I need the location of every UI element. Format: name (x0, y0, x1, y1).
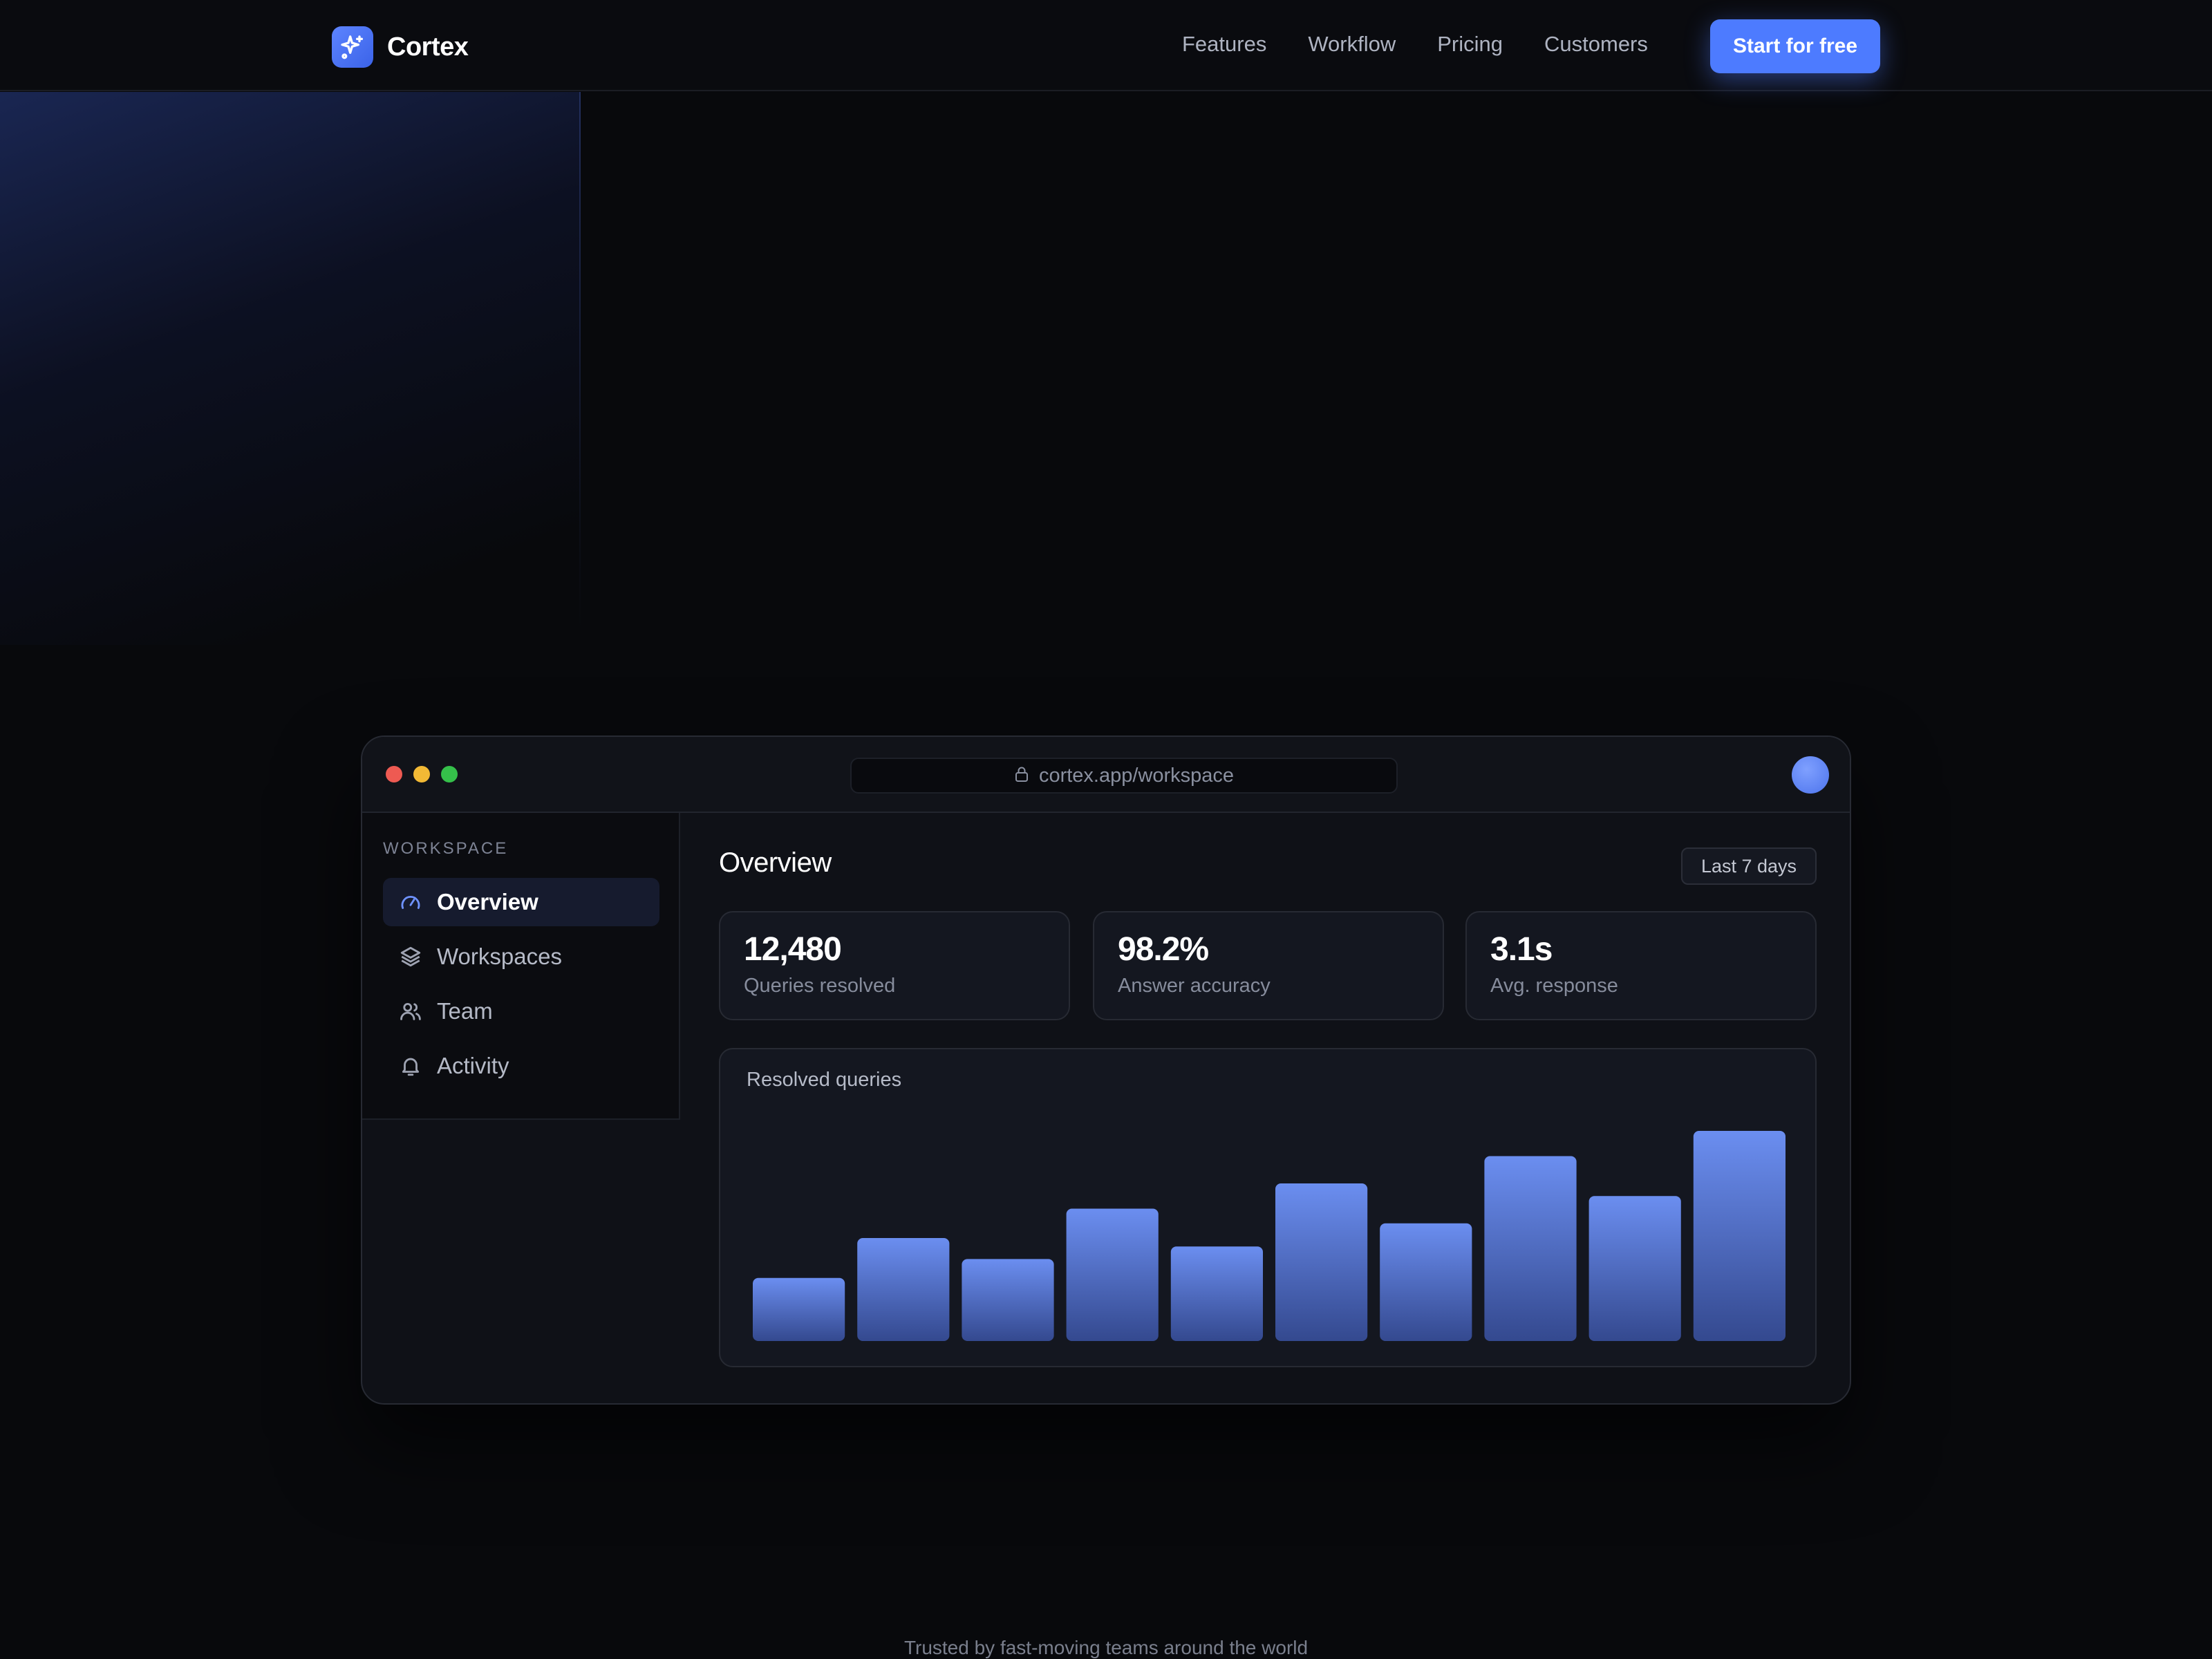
sparkle-icon (332, 26, 373, 68)
sidebar-item-label: Overview (437, 889, 538, 915)
sidebar-item-workspaces[interactable]: Workspaces (383, 932, 659, 981)
sidebar-heading: WORKSPACE (383, 839, 509, 858)
sidebar-item-overview[interactable]: Overview (383, 878, 659, 926)
hero-glow (0, 92, 581, 645)
app-window: cortex.app/workspace WORKSPACE Overview (361, 735, 1851, 1405)
brand-name: Cortex (387, 32, 469, 62)
resolved-queries-chart-card: Resolved queries (719, 1048, 1817, 1367)
bell-icon (397, 1052, 424, 1080)
nav-link-features[interactable]: Features (1182, 32, 1266, 57)
avatar[interactable] (1792, 756, 1829, 794)
sidebar-item-label: Team (437, 998, 493, 1024)
minimize-window-dot[interactable] (413, 766, 430, 782)
chart-bar (857, 1238, 950, 1341)
stat-card-response: 3.1s Avg. response (1465, 911, 1817, 1020)
sidebar: WORKSPACE Overview Workspaces Team Activ… (362, 813, 680, 1120)
bar-chart (753, 1131, 1785, 1341)
layers-icon (397, 943, 424, 971)
nav-link-workflow[interactable]: Workflow (1308, 32, 1396, 57)
main-panel: Overview Last 7 days 12,480 Queries reso… (680, 813, 1850, 1403)
sidebar-item-label: Activity (437, 1053, 509, 1078)
stat-value: 3.1s (1490, 931, 1553, 968)
brand[interactable]: Cortex (332, 26, 469, 68)
chart-bar (1170, 1246, 1263, 1341)
nav-links: Features Workflow Pricing Customers (1182, 32, 1689, 57)
stat-card-queries: 12,480 Queries resolved (719, 911, 1070, 1020)
start-for-free-button[interactable]: Start for free (1710, 19, 1880, 73)
stat-card-accuracy: 98.2% Answer accuracy (1093, 911, 1444, 1020)
stat-value: 12,480 (744, 931, 842, 968)
footer-tagline: Trusted by fast-moving teams around the … (903, 1637, 1309, 1658)
hero-glow-edge (579, 92, 581, 631)
sidebar-item-activity[interactable]: Activity (383, 1042, 659, 1090)
chart-bar (1275, 1183, 1368, 1341)
sidebar-item-label: Workspaces (437, 944, 562, 969)
chart-bar (1380, 1223, 1472, 1341)
users-icon (397, 997, 424, 1025)
top-nav: Cortex Features Workflow Pricing Custome… (0, 0, 2212, 91)
nav-link-customers[interactable]: Customers (1544, 32, 1648, 57)
page-title: Overview (719, 847, 832, 878)
address-bar[interactable]: cortex.app/workspace (850, 758, 1398, 794)
chart-bar (1693, 1131, 1785, 1341)
lock-icon (1014, 766, 1029, 786)
stat-label: Avg. response (1490, 975, 1618, 997)
nav-link-pricing[interactable]: Pricing (1437, 32, 1503, 57)
chart-bar (962, 1259, 1054, 1341)
chart-bar (1066, 1208, 1159, 1341)
sidebar-item-team[interactable]: Team (383, 987, 659, 1035)
stat-label: Queries resolved (744, 975, 896, 997)
chart-bar (1588, 1196, 1681, 1341)
stat-label: Answer accuracy (1118, 975, 1271, 997)
maximize-window-dot[interactable] (441, 766, 458, 782)
close-window-dot[interactable] (386, 766, 402, 782)
stat-value: 98.2% (1118, 931, 1209, 968)
window-titlebar: cortex.app/workspace (362, 737, 1850, 813)
url-text: cortex.app/workspace (1038, 764, 1235, 787)
date-range-button[interactable]: Last 7 days (1681, 847, 1817, 885)
chart-bar (753, 1277, 845, 1341)
chart-bar (1484, 1156, 1577, 1341)
gauge-icon (397, 888, 424, 916)
